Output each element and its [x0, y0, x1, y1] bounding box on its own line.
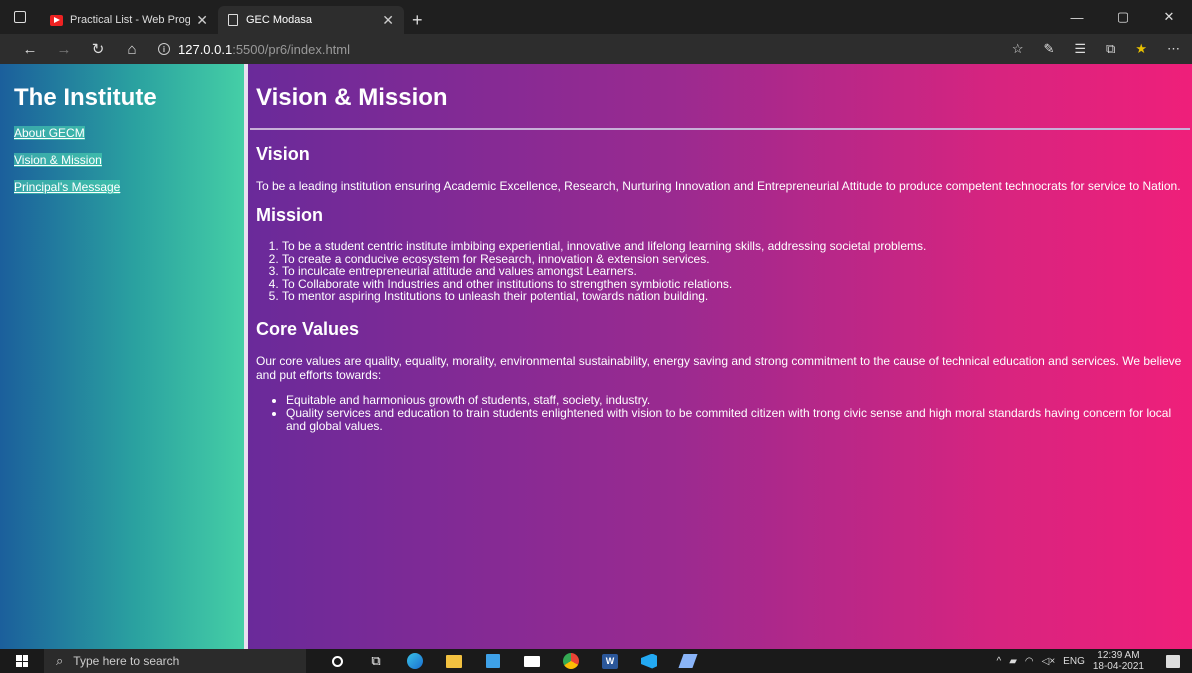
sidebar-link-principal-message[interactable]: Principal's Message: [14, 180, 230, 194]
restore-button[interactable]: ▢: [1100, 0, 1146, 34]
window-controls: — ▢ ✕: [1054, 0, 1192, 34]
url-host: 127.0.0.1: [178, 41, 233, 57]
pen-icon[interactable]: ✎: [1043, 41, 1054, 57]
cortana-icon: [331, 655, 343, 667]
page-favicon-icon: [228, 14, 238, 26]
core-values-heading: Core Values: [256, 318, 360, 339]
notification-icon[interactable]: [1166, 654, 1180, 668]
clock[interactable]: 12:39 AM 18-04-2021: [1093, 650, 1152, 672]
browser-tab-strip: Practical List - Web Programmin ✕ GEC Mo…: [0, 0, 1192, 34]
page-title: Vision & Mission: [256, 84, 448, 111]
youtube-favicon-icon: [50, 14, 63, 26]
folder-icon: [446, 654, 462, 668]
sidebar-link-about[interactable]: About GECM: [14, 126, 230, 140]
title-rule: [250, 128, 1190, 130]
more-menu-icon[interactable]: ⋯: [1167, 41, 1180, 57]
chrome-button[interactable]: [556, 649, 586, 673]
list-item: Quality services and education to train …: [286, 406, 1184, 433]
home-button[interactable]: ⌂: [118, 41, 146, 58]
mission-heading: Mission: [256, 205, 324, 225]
mission-list: To be a student centric institute imbibi…: [256, 240, 1184, 303]
collections-icon[interactable]: ⧉: [1106, 41, 1115, 57]
browser-toolbar: ← → ↻ ⌂ i 127.0.0.1:5500/pr6/index.html …: [0, 34, 1192, 64]
word-icon: W: [602, 653, 618, 669]
edge-taskbar-button[interactable]: [400, 649, 430, 673]
mail-button[interactable]: [517, 649, 547, 673]
tab-title: Practical List - Web Programmin: [70, 14, 191, 26]
file-explorer-button[interactable]: [439, 649, 469, 673]
forward-button[interactable]: →: [50, 41, 78, 58]
back-button[interactable]: ←: [16, 41, 44, 58]
core-values-text: Our core values are quality, equality, m…: [256, 353, 1182, 382]
chevron-up-icon[interactable]: ^: [997, 656, 1002, 667]
system-tray: ^ ▰ ◠ ◁× ENG 12:39 AM 18-04-2021: [997, 649, 1192, 673]
search-placeholder: Type here to search: [73, 654, 180, 668]
sidebar-link-label: Principal's Message: [14, 180, 121, 194]
tab-practical-list[interactable]: Practical List - Web Programmin ✕: [40, 6, 218, 34]
list-item: To mentor aspiring Institutions to unlea…: [282, 290, 1184, 303]
site-info-icon[interactable]: i: [158, 43, 170, 55]
list-item: Equitable and harmonious growth of stude…: [286, 393, 1184, 407]
search-icon: ⌕: [56, 653, 64, 668]
list-item: To inculcate entrepreneurial attitude an…: [282, 265, 1184, 278]
windows-logo-icon: [16, 655, 28, 667]
taskbar: ⌕ Type here to search ⧉ W ^ ▰ ◠ ◁× ENG 1…: [0, 649, 1192, 673]
sidebar: The Institute About GECM Vision & Missio…: [0, 64, 244, 649]
vision-heading: Vision: [256, 144, 310, 164]
list-item: To be a student centric institute imbibi…: [282, 240, 1184, 253]
sidebar-link-label: Vision & Mission: [14, 153, 102, 167]
tab-close-icon[interactable]: ✕: [196, 12, 208, 29]
edge-icon: [407, 653, 423, 669]
store-button[interactable]: [478, 649, 508, 673]
minimize-button[interactable]: —: [1054, 0, 1100, 34]
task-view-icon: ⧉: [371, 653, 381, 668]
taskbar-apps: ⧉ W: [322, 649, 712, 673]
vscode-icon: [641, 653, 657, 669]
tab-title: GEC Modasa: [246, 14, 313, 26]
clock-time: 12:39 AM: [1097, 650, 1140, 661]
close-button[interactable]: ✕: [1146, 0, 1192, 34]
favorites-list-icon[interactable]: ☰: [1074, 41, 1086, 57]
tab-close-icon[interactable]: ✕: [382, 12, 394, 29]
pen-app-button[interactable]: [673, 649, 703, 673]
store-icon: [486, 654, 500, 668]
word-button[interactable]: W: [595, 649, 625, 673]
start-button[interactable]: [0, 649, 44, 673]
favorite-star-icon[interactable]: ☆: [1012, 41, 1024, 57]
network-icon[interactable]: ▰: [1009, 656, 1017, 667]
tab-actions-button[interactable]: [0, 0, 40, 34]
language-indicator[interactable]: ENG: [1063, 656, 1085, 667]
sidebar-link-vision-mission[interactable]: Vision & Mission: [14, 153, 230, 167]
pen-app-icon: [678, 654, 698, 668]
taskbar-search[interactable]: ⌕ Type here to search: [44, 649, 306, 673]
extension-icon[interactable]: ★: [1135, 41, 1147, 57]
toolbar-actions: ☆ ✎ ☰ ⧉ ★ ⋯: [992, 34, 1180, 64]
core-values-list: Equitable and harmonious growth of stude…: [256, 393, 1184, 433]
page-viewport: The Institute About GECM Vision & Missio…: [0, 64, 1192, 649]
cortana-button[interactable]: [322, 649, 352, 673]
task-view-button[interactable]: ⧉: [361, 649, 391, 673]
sidebar-link-label: About GECM: [14, 126, 85, 140]
main-content: Vision & Mission Vision To be a leading …: [248, 64, 1192, 649]
mail-icon: [524, 655, 540, 667]
tab-gec-modasa[interactable]: GEC Modasa ✕: [218, 6, 404, 34]
refresh-button[interactable]: ↻: [84, 40, 112, 58]
clock-date: 18-04-2021: [1092, 661, 1144, 672]
tab-actions-icon: [14, 11, 26, 23]
chrome-icon: [563, 653, 579, 669]
new-tab-button[interactable]: +: [412, 6, 423, 34]
address-bar[interactable]: i 127.0.0.1:5500/pr6/index.html: [158, 42, 350, 57]
wifi-icon[interactable]: ◠: [1025, 656, 1034, 667]
sidebar-title: The Institute: [14, 84, 157, 111]
vision-text: To be a leading institution ensuring Aca…: [256, 179, 1181, 193]
vscode-button[interactable]: [634, 649, 664, 673]
volume-icon[interactable]: ◁×: [1042, 656, 1056, 667]
url-path: :5500/pr6/index.html: [232, 41, 351, 57]
